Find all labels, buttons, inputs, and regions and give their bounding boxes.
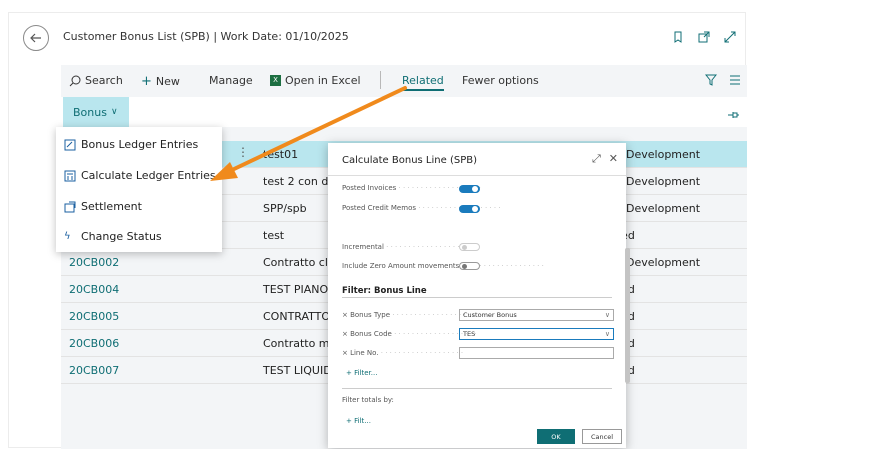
- plus-icon: +: [141, 74, 152, 89]
- back-button[interactable]: [23, 25, 49, 51]
- page-title: Customer Bonus List (SPB) | Work Date: 0…: [63, 30, 349, 43]
- include-zero-label: Include Zero Amount movements: [342, 262, 544, 270]
- bonus-dropdown-menu: Bonus Ledger Entries Calculate Ledger En…: [56, 127, 222, 252]
- bonus-type-select[interactable]: Customer Bonus ∨: [459, 309, 614, 321]
- bonus-action-group: Bonus ∨: [61, 97, 747, 127]
- filter-icon: [705, 74, 717, 86]
- page-header: Customer Bonus List (SPB) | Work Date: 0…: [9, 13, 747, 65]
- ledger-icon: [64, 139, 76, 151]
- search-action[interactable]: Search: [69, 74, 123, 87]
- menu-item-bonus-ledger-entries[interactable]: Bonus Ledger Entries: [56, 129, 222, 160]
- incremental-label: Incremental: [342, 243, 468, 251]
- bonus-code-label: × Bonus Code: [342, 330, 476, 338]
- dialog-title: Calculate Bonus Line (SPB): [342, 155, 477, 166]
- cancel-button[interactable]: Cancel: [582, 429, 622, 444]
- filter-divider: [342, 388, 612, 389]
- bookmark-icon[interactable]: [671, 29, 685, 43]
- menu-item-calculate-ledger-entries[interactable]: Calculate Ledger Entries: [56, 160, 222, 191]
- line-no-label: × Line No.: [342, 349, 463, 357]
- arrow-left-icon: [30, 33, 41, 43]
- posted-invoices-toggle[interactable]: [459, 185, 480, 193]
- posted-credit-memos-toggle[interactable]: [459, 205, 480, 213]
- line-no-input[interactable]: [459, 347, 614, 359]
- filter-totals-label: Filter totals by:: [342, 396, 394, 404]
- new-action[interactable]: + New: [141, 74, 180, 89]
- expand-icon[interactable]: [723, 29, 737, 43]
- ok-button[interactable]: OK: [537, 429, 575, 444]
- search-icon: [69, 75, 81, 86]
- add-totals-filter-link[interactable]: + Filt...: [346, 417, 371, 425]
- include-zero-toggle[interactable]: [459, 262, 480, 270]
- chevron-down-icon: ∨: [110, 107, 118, 117]
- dialog-scrollbar[interactable]: [625, 248, 630, 383]
- chevron-down-icon: ∨: [604, 330, 610, 338]
- bonus-code-select[interactable]: TES ∨: [459, 328, 614, 340]
- header-actions: [671, 29, 737, 43]
- lightning-icon: ϟ: [64, 230, 71, 242]
- settlement-icon: [64, 201, 76, 213]
- filter-section-title: Filter: Bonus Line: [342, 286, 427, 296]
- calculate-icon: [64, 170, 76, 182]
- calculate-bonus-line-dialog: Calculate Bonus Line (SPB) ⤢ ✕ Posted In…: [328, 143, 630, 448]
- list-view-action[interactable]: [729, 74, 741, 86]
- section-divider: [342, 297, 612, 298]
- manage-action[interactable]: Manage: [209, 74, 253, 87]
- dialog-divider: [328, 175, 626, 176]
- toolbar-divider: [380, 71, 381, 89]
- menu-item-settlement[interactable]: Settlement: [56, 191, 222, 222]
- action-bar: Search + New Manage X Open in Excel Rela…: [61, 65, 747, 95]
- row-actions-icon[interactable]: ⋮: [237, 145, 249, 159]
- bonus-menu-button[interactable]: Bonus ∨: [63, 97, 129, 127]
- pin-icon[interactable]: [727, 106, 739, 125]
- resize-icon[interactable]: ⤢: [592, 152, 601, 166]
- fewer-options-action[interactable]: Fewer options: [462, 74, 539, 87]
- add-filter-link[interactable]: + Filter...: [346, 369, 377, 377]
- dialog-controls: ⤢ ✕: [592, 152, 618, 166]
- chevron-down-icon: ∨: [604, 311, 610, 319]
- excel-icon: X: [270, 75, 281, 86]
- list-icon: [730, 75, 740, 85]
- related-tab[interactable]: Related: [402, 74, 444, 91]
- bonus-type-label: × Bonus Type: [342, 311, 475, 319]
- menu-item-change-status[interactable]: ϟ Change Status: [56, 221, 222, 252]
- open-new-window-icon[interactable]: [697, 29, 711, 43]
- filter-action[interactable]: [705, 74, 717, 86]
- close-icon[interactable]: ✕: [609, 152, 618, 166]
- open-in-excel-action[interactable]: X Open in Excel: [270, 74, 361, 87]
- incremental-toggle[interactable]: [459, 243, 480, 251]
